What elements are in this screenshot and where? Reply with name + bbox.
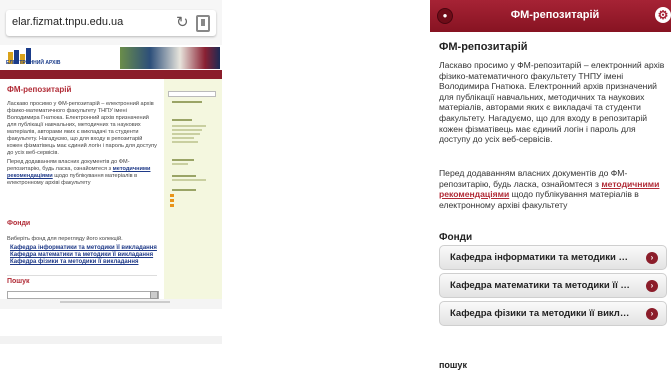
- search-title: Пошук: [7, 275, 157, 285]
- sidebar-search-input[interactable]: [168, 91, 216, 97]
- site-header: ЕЛЕКТРОННИЙ АРХІВ: [0, 45, 222, 70]
- rss-icon[interactable]: [170, 199, 174, 202]
- guidelines-text-before: Перед додаванням власних документів до Ф…: [7, 159, 130, 172]
- guidelines-paragraph: Перед додаванням власних документів до Ф…: [439, 168, 667, 210]
- reload-icon[interactable]: ↻: [176, 13, 189, 31]
- fond-label: Кафедра фізики та методики її викладання: [450, 308, 630, 319]
- fonds-title: Фонди: [439, 232, 473, 243]
- header-title: ФМ-репозитарій: [510, 9, 600, 21]
- tabs-icon[interactable]: [196, 15, 210, 32]
- fonds-title: Фонди: [7, 220, 31, 227]
- page-title: ФМ-репозитарій: [7, 85, 72, 94]
- fond-button-mathematics[interactable]: Кафедра математики та методики її виклад…: [439, 273, 667, 298]
- fond-link-mathematics[interactable]: Кафедра математики та методики її виклад…: [10, 252, 160, 259]
- fond-link-informatics[interactable]: Кафедра інформатики та методики її викла…: [10, 245, 160, 252]
- guidelines-text-before: Перед додаванням власних документів до Ф…: [439, 168, 628, 189]
- fond-button-informatics[interactable]: Кафедра інформатики та методики її викла…: [439, 245, 667, 270]
- browser-toolbar: elar.fizmat.tnpu.edu.ua ↻: [0, 0, 222, 45]
- desktop-view-screen: elar.fizmat.tnpu.edu.ua ↻ ЕЛЕКТРОННИЙ АР…: [0, 0, 222, 374]
- chevron-right-icon: ›: [646, 252, 658, 264]
- chevron-right-icon: ›: [646, 280, 658, 292]
- mobile-view-screen: ● ФМ-репозитарій ⚙ ФМ-репозитарій Ласкав…: [430, 0, 671, 374]
- search-button[interactable]: [150, 291, 158, 299]
- header-banner-image: [120, 47, 220, 69]
- mobile-header: ● ФМ-репозитарій ⚙: [430, 0, 671, 32]
- site-footer: [0, 299, 222, 309]
- guidelines-paragraph: Перед додаванням власних документів до Ф…: [7, 159, 159, 187]
- fond-label: Кафедра інформатики та методики її викла…: [450, 252, 630, 263]
- rss-icon[interactable]: [170, 194, 174, 197]
- chevron-right-icon: ›: [646, 308, 658, 320]
- fond-label: Кафедра математики та методики її виклад…: [450, 280, 630, 291]
- fonds-list: Кафедра інформатики та методики її викла…: [10, 245, 160, 266]
- options-icon[interactable]: ⚙: [655, 7, 671, 23]
- address-bar[interactable]: elar.fizmat.tnpu.edu.ua ↻: [6, 10, 216, 36]
- nav-bar: [0, 70, 222, 79]
- search-input[interactable]: [7, 291, 159, 299]
- page-heading: ФМ-репозитарій: [439, 41, 528, 53]
- fonds-intro: Виберіть фонд для перегляду його колекці…: [7, 236, 123, 242]
- url-text[interactable]: elar.fizmat.tnpu.edu.ua: [12, 16, 123, 28]
- search-title: пошук: [439, 360, 467, 370]
- welcome-paragraph: Ласкаво просимо у ФМ-репозитарій – елект…: [7, 101, 157, 156]
- fond-link-physics[interactable]: Кафедра фізики та методики її викладання: [10, 259, 160, 266]
- browser-bottom-bar: [0, 336, 222, 344]
- home-icon[interactable]: ●: [437, 8, 453, 24]
- fond-button-physics[interactable]: Кафедра фізики та методики її викладання…: [439, 301, 667, 326]
- logo-text: ЕЛЕКТРОННИЙ АРХІВ: [6, 60, 61, 66]
- sidebar: [164, 79, 222, 299]
- main-content: ФМ-репозитарій Ласкаво просимо у ФМ-репо…: [0, 79, 165, 299]
- rss-icon[interactable]: [170, 204, 174, 207]
- welcome-paragraph: Ласкаво просимо у ФМ-репозитарій – елект…: [439, 60, 665, 145]
- welcome-text: Ласкаво просимо у ФМ-репозитарій – елект…: [7, 101, 159, 187]
